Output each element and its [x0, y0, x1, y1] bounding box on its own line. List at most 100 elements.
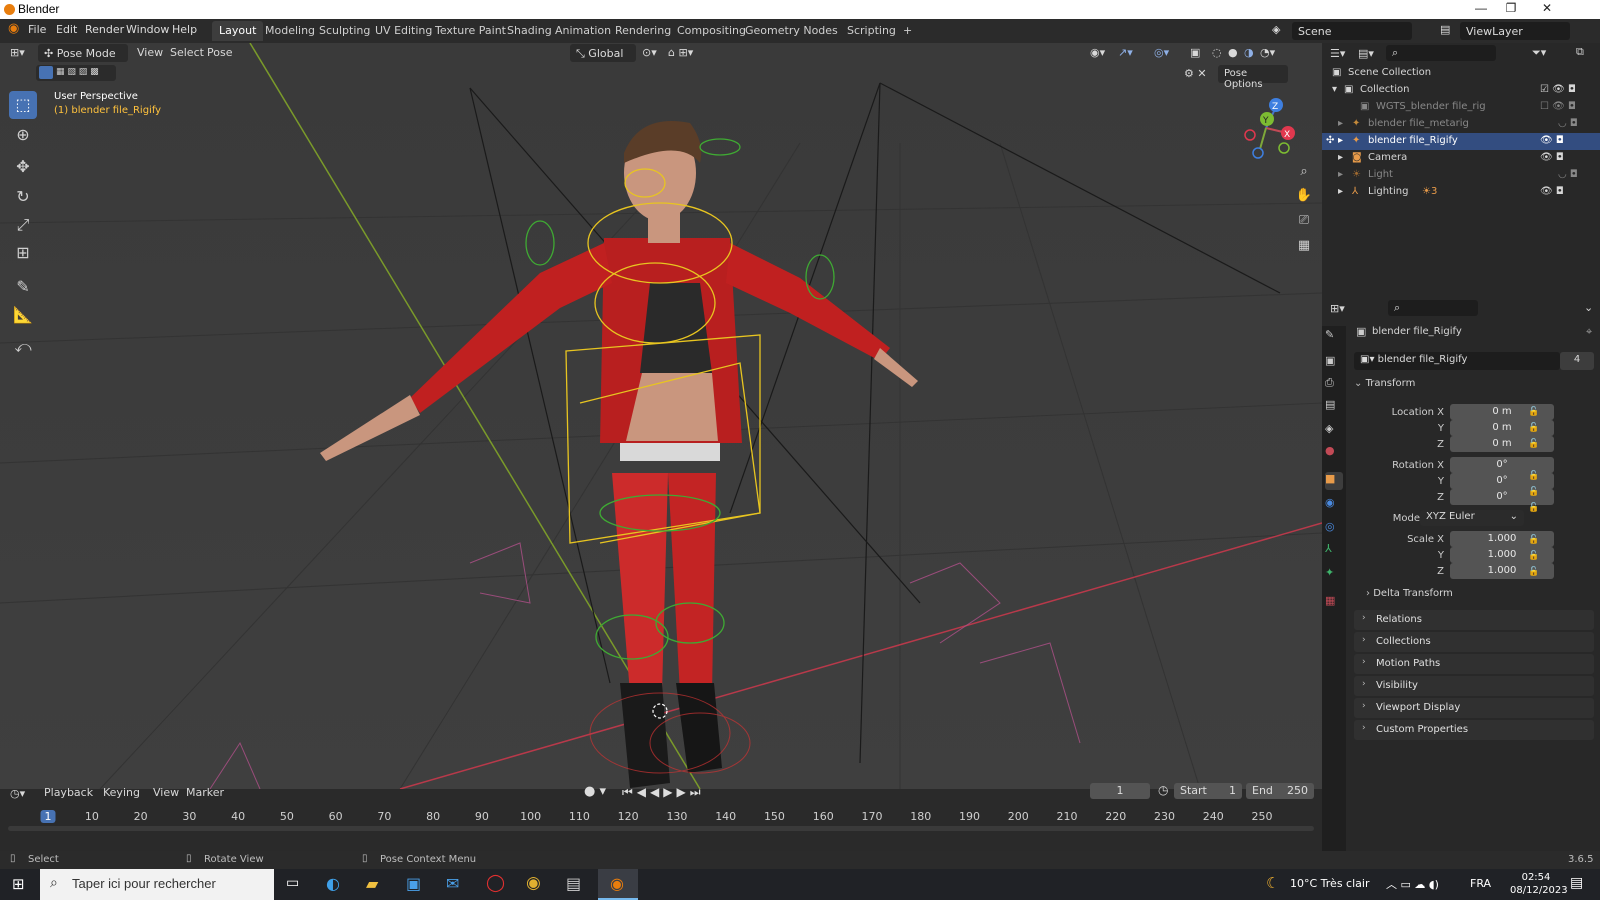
chrome-icon[interactable]: ◉: [526, 873, 541, 893]
pin-icon[interactable]: ⌖: [1586, 325, 1592, 339]
opera-icon[interactable]: ◯: [486, 873, 505, 893]
display-mode-icon[interactable]: ▤▾: [1358, 47, 1374, 60]
close-button[interactable]: ✕: [1532, 1, 1562, 15]
lock-icons[interactable]: 🔓 🔓 🔓 🔓 🔓 🔓 🔓 🔓 🔓: [1528, 404, 1548, 580]
scene-selector[interactable]: Scene: [1292, 22, 1412, 40]
notification-icon[interactable]: ▤: [1570, 875, 1583, 891]
blender-menu-icon[interactable]: ◉: [8, 21, 19, 36]
pan-hand-icon[interactable]: ✋: [1292, 184, 1316, 208]
expand-icon[interactable]: ▸: [1338, 135, 1343, 146]
transform-tool-icon[interactable]: ⊞: [9, 239, 37, 267]
options-chevron-icon[interactable]: ⌄: [1584, 301, 1593, 314]
transform-panel-header[interactable]: ⌄ Transform: [1354, 378, 1594, 389]
mode-selector[interactable]: ✣ Pose Mode: [38, 44, 128, 62]
properties-editor-icon[interactable]: ⊞▾: [1330, 302, 1345, 315]
app-icon[interactable]: ▤: [566, 874, 581, 893]
output-tab-icon[interactable]: ⎙: [1325, 376, 1343, 394]
mail-icon[interactable]: ✉: [446, 874, 459, 893]
store-icon[interactable]: ▣: [406, 874, 421, 893]
snap-icon[interactable]: ⌂ ⊞▾: [668, 46, 693, 59]
xray-icon[interactable]: ▣: [1190, 46, 1200, 59]
outliner-item-light[interactable]: ▸ ☀ Light ◡ ◘: [1322, 167, 1600, 184]
relations-panel[interactable]: › Relations: [1354, 610, 1594, 630]
constraint-tab-icon[interactable]: ⅄: [1325, 542, 1343, 560]
zoom-icon[interactable]: ⌕: [1292, 160, 1316, 184]
move-tool-icon[interactable]: ✥: [9, 153, 37, 181]
expand-icon[interactable]: ▸: [1338, 169, 1343, 180]
editor-type-icon[interactable]: ⊞▾: [10, 46, 25, 59]
outliner-editor-icon[interactable]: ☰▾: [1330, 47, 1345, 60]
modifier-tab-icon[interactable]: ◉: [1325, 496, 1343, 514]
blender-taskbar-button[interactable]: ◉: [598, 869, 638, 900]
language-indicator[interactable]: FRA: [1470, 877, 1491, 890]
visibility-icon[interactable]: ◉▾: [1090, 46, 1105, 59]
rotation-mode-select[interactable]: XYZ Euler ⌄: [1420, 510, 1524, 526]
visibility-toggle-icons[interactable]: 👁 ◘: [1540, 152, 1564, 163]
outliner-item-wgts[interactable]: ▣ WGTS_blender file_rig ☐ 👁 ◘: [1322, 99, 1600, 116]
menu-file[interactable]: File: [28, 23, 46, 36]
menu-select[interactable]: Select: [170, 46, 204, 59]
viewport-settings-icon[interactable]: ⚙ ✕: [1184, 67, 1207, 80]
transform-orientation[interactable]: ⤡ Global: [570, 44, 636, 62]
new-collection-icon[interactable]: ⧉: [1576, 45, 1584, 59]
properties-search-input[interactable]: ⌕: [1388, 300, 1478, 316]
annotate-tool-icon[interactable]: ✎: [9, 273, 37, 301]
motion-paths-panel[interactable]: › Motion Paths: [1354, 654, 1594, 674]
select-mode-buttons[interactable]: ▦ ▧ ▨ ▩: [36, 65, 116, 81]
outliner-search-input[interactable]: ⌕: [1386, 45, 1496, 61]
user-count-badge[interactable]: 4: [1560, 352, 1594, 370]
shading-solid-icon[interactable]: ●: [1228, 46, 1238, 59]
texture-tab-icon[interactable]: ▦: [1325, 594, 1343, 612]
scale-tool-icon[interactable]: ⤢: [9, 211, 37, 239]
filter-icon[interactable]: ⏷▾: [1532, 46, 1546, 60]
timeline-scrollbar[interactable]: [8, 826, 1314, 831]
object-name-field[interactable]: ▣▾ blender file_Rigify: [1354, 352, 1560, 370]
tab-scripting[interactable]: Scripting: [840, 21, 903, 41]
collections-panel[interactable]: › Collections: [1354, 632, 1594, 652]
tool-tab-icon[interactable]: ✎: [1325, 328, 1343, 346]
menu-edit[interactable]: Edit: [56, 23, 77, 36]
collection-row[interactable]: ▾ ▣ Collection ☑ 👁 ◘: [1322, 82, 1600, 99]
render-tab-icon[interactable]: ▣: [1325, 354, 1343, 372]
data-tab-icon[interactable]: ✦: [1325, 566, 1343, 584]
checkbox-icon[interactable]: ☑ 👁 ◘: [1540, 84, 1576, 95]
outliner-item-metarig[interactable]: ▸ ✦ blender file_metarig ◡ ◘: [1322, 116, 1600, 133]
ortho-grid-icon[interactable]: ▦: [1292, 234, 1316, 258]
weather-text[interactable]: 10°C Très clair: [1290, 877, 1369, 890]
outliner-item-lighting[interactable]: ▸ ⅄ Lighting ☀3 👁 ◘: [1322, 184, 1600, 201]
scene-tab-icon[interactable]: ◈: [1325, 422, 1343, 440]
menu-render[interactable]: Render: [85, 23, 124, 36]
edge-browser-icon[interactable]: ◐: [326, 874, 340, 893]
visibility-panel[interactable]: › Visibility: [1354, 676, 1594, 696]
taskbar-search-box[interactable]: ⌕ Taper ici pour rechercher: [40, 869, 274, 900]
delta-transform-panel[interactable]: › Delta Transform: [1366, 588, 1453, 599]
outliner-item-rigify[interactable]: ✣ ▸ ✦ blender file_Rigify 👁 ◘: [1322, 133, 1600, 150]
expand-icon[interactable]: ▸: [1338, 186, 1343, 197]
shading-wireframe-icon[interactable]: ◌: [1212, 46, 1222, 59]
visibility-toggle-icons[interactable]: 👁 ◘: [1540, 135, 1564, 146]
measure-tool-icon[interactable]: 📐: [9, 301, 37, 329]
gizmo-toggle-icon[interactable]: ↗▾: [1118, 46, 1133, 59]
viewlayer-selector[interactable]: ViewLayer: [1460, 22, 1570, 40]
view-layer-tab-icon[interactable]: ▤: [1325, 398, 1343, 416]
task-view-icon[interactable]: ▭: [286, 875, 299, 891]
3d-viewport[interactable]: ⊞▾ ✣ Pose Mode View Select Pose ⤡ Global…: [0, 43, 1322, 789]
camera-view-icon[interactable]: ⎚: [1292, 209, 1316, 233]
expand-icon[interactable]: ▾: [1332, 84, 1337, 95]
clock[interactable]: 02:54 08/12/2023: [1510, 871, 1568, 897]
add-workspace-button[interactable]: +: [896, 21, 919, 41]
pivot-icon[interactable]: ⊙▾: [642, 46, 657, 59]
menu-help[interactable]: Help: [172, 23, 197, 36]
expand-icon[interactable]: ▸: [1338, 118, 1343, 129]
file-explorer-icon[interactable]: ▰: [366, 874, 378, 893]
object-tab-icon[interactable]: ■: [1325, 472, 1343, 490]
frame-ruler[interactable]: 1 10 20 30 40 50 60 70 80 90 100 110 120 130 140 150 160…: [0, 785, 1322, 823]
visibility-toggle-icons[interactable]: 👁 ◘: [1540, 186, 1564, 197]
tab-geometry-nodes[interactable]: Geometry Nodes: [738, 21, 845, 41]
pose-options-button[interactable]: Pose Options: [1218, 65, 1288, 90]
shading-material-icon[interactable]: ◑: [1244, 46, 1254, 59]
visibility-toggle-icons[interactable]: ◡ ◘: [1558, 169, 1578, 180]
tab-layout[interactable]: Layout: [212, 21, 264, 41]
cursor-tool-icon[interactable]: ⊕: [9, 121, 37, 149]
viewport-display-panel[interactable]: › Viewport Display: [1354, 698, 1594, 718]
